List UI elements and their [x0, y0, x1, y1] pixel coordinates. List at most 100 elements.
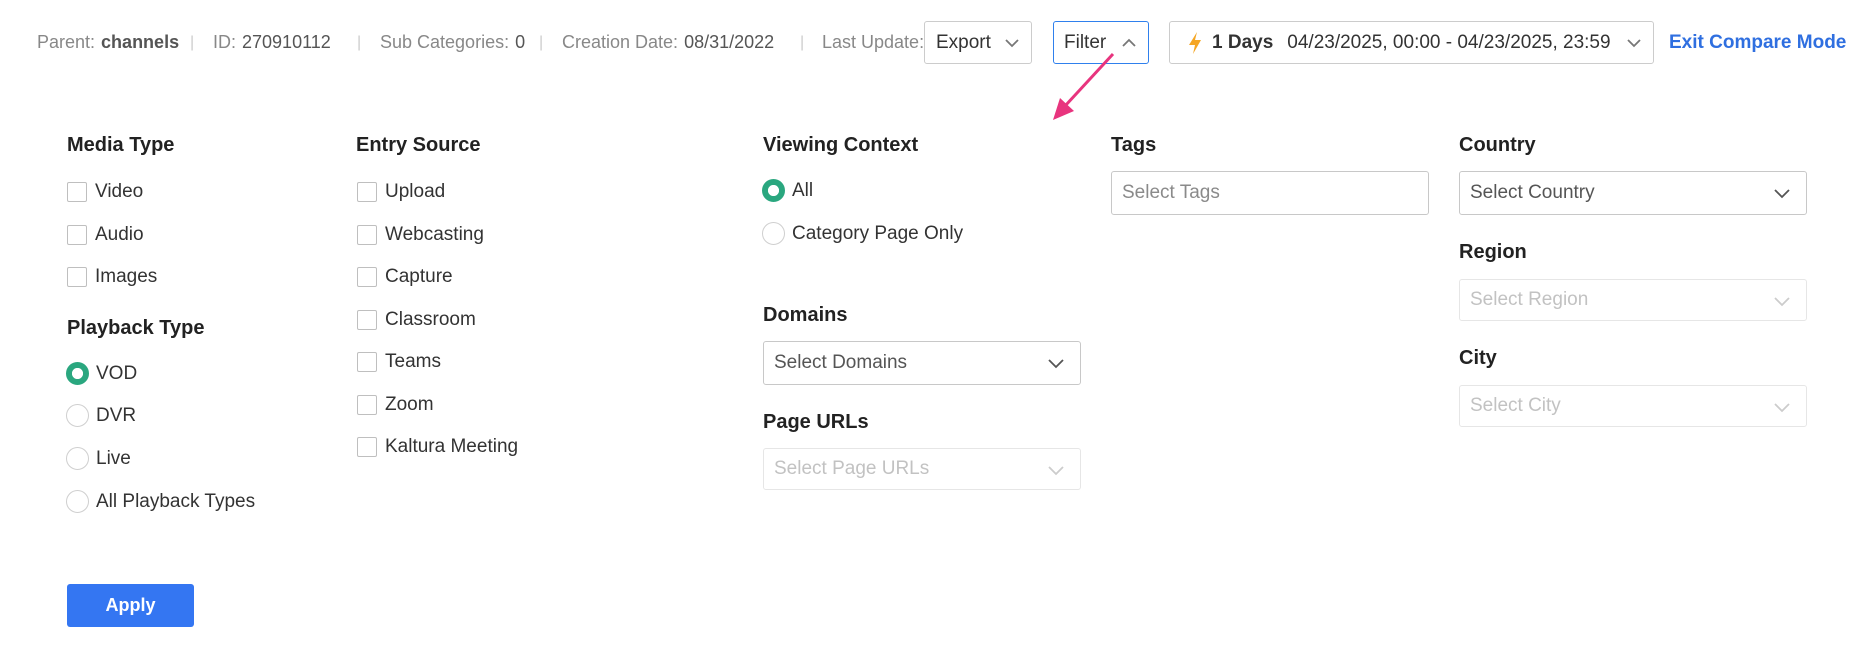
option-label: DVR	[96, 404, 137, 426]
tags-input[interactable]: Select Tags	[1111, 171, 1429, 215]
subcategories-info: Sub Categories: 0	[380, 32, 525, 53]
page-urls-title: Page URLs	[763, 411, 869, 433]
subcategories-value: 0	[515, 32, 526, 52]
domains-dropdown[interactable]: Select Domains	[763, 341, 1081, 385]
id-info: ID: 270910112	[213, 32, 331, 53]
option-label: Teams	[385, 351, 441, 372]
id-label: ID:	[213, 32, 237, 52]
lightning-icon	[1189, 31, 1201, 54]
checkbox[interactable]	[67, 182, 87, 202]
info-bar: Parent: channels | ID: 270910112 | Sub Cat…	[0, 0, 1876, 88]
option-label: Video	[95, 181, 144, 202]
date-range-picker[interactable]: 1 Days 04/23/2025, 00:00 - 04/23/2025, 2…	[1169, 21, 1654, 64]
checkbox[interactable]	[357, 395, 377, 415]
playback-type-live-radio[interactable]: Live	[66, 447, 131, 470]
region-dropdown[interactable]: Select Region	[1459, 279, 1807, 321]
last-update-label: Last Update:	[822, 32, 925, 52]
playback-type-title: Playback Type	[67, 317, 205, 339]
page-urls-dropdown[interactable]: Select Page URLs	[763, 448, 1081, 490]
option-label: Upload	[385, 181, 446, 202]
entry-source-upload-checkbox[interactable]: Upload	[357, 181, 445, 203]
separator: |	[539, 34, 544, 51]
option-label: Live	[96, 447, 131, 469]
viewing-context-category-page-radio[interactable]: Category Page Only	[762, 222, 963, 245]
entry-source-kaltura-meeting-checkbox[interactable]: Kaltura Meeting	[357, 436, 518, 458]
radio[interactable]	[762, 222, 785, 245]
radio[interactable]	[66, 404, 89, 427]
radio-selected[interactable]	[762, 179, 785, 202]
region-placeholder: Select Region	[1470, 289, 1589, 310]
checkbox[interactable]	[67, 267, 87, 287]
chevron-down-icon	[1627, 39, 1641, 48]
subcategories-label: Sub Categories:	[380, 32, 510, 52]
radio[interactable]	[66, 490, 89, 513]
checkbox[interactable]	[357, 310, 377, 330]
option-label: All Playback Types	[96, 490, 256, 512]
export-dropdown[interactable]: Export	[924, 21, 1032, 64]
viewing-context-all-radio[interactable]: All	[762, 179, 813, 202]
city-title: City	[1459, 347, 1497, 369]
parent-label: Parent:	[37, 32, 96, 52]
chevron-down-icon	[1774, 403, 1790, 413]
playback-type-all-radio[interactable]: All Playback Types	[66, 490, 255, 513]
option-label: Classroom	[385, 309, 476, 330]
separator: |	[190, 34, 195, 51]
option-label: Zoom	[385, 394, 434, 415]
page-urls-placeholder: Select Page URLs	[774, 458, 930, 479]
option-label: Audio	[95, 224, 144, 245]
checkbox[interactable]	[357, 437, 377, 457]
chevron-down-icon	[1774, 189, 1790, 199]
city-placeholder: Select City	[1470, 395, 1561, 416]
apply-button[interactable]: Apply	[67, 584, 194, 627]
annotation-arrow-icon	[1053, 52, 1115, 120]
media-type-video-checkbox[interactable]: Video	[67, 181, 143, 203]
entry-source-zoom-checkbox[interactable]: Zoom	[357, 394, 434, 416]
chevron-down-icon	[1048, 466, 1064, 476]
entry-source-classroom-checkbox[interactable]: Classroom	[357, 309, 476, 331]
parent-value[interactable]: channels	[101, 32, 179, 52]
exit-compare-mode-link[interactable]: Exit Compare Mode	[1669, 32, 1846, 54]
parent-info: Parent: channels	[37, 32, 179, 53]
radio-selected[interactable]	[66, 362, 89, 385]
creation-date-info: Creation Date: 08/31/2022	[562, 32, 774, 53]
entry-source-webcasting-checkbox[interactable]: Webcasting	[357, 224, 484, 246]
checkbox[interactable]	[357, 267, 377, 287]
separator: |	[357, 34, 362, 51]
entry-source-capture-checkbox[interactable]: Capture	[357, 266, 453, 288]
checkbox[interactable]	[357, 225, 377, 245]
region-title: Region	[1459, 241, 1527, 263]
option-label: Category Page Only	[792, 222, 964, 244]
creation-date-value: 08/31/2022	[684, 32, 775, 52]
media-type-images-checkbox[interactable]: Images	[67, 266, 157, 288]
chevron-down-icon	[1048, 359, 1064, 369]
tags-title: Tags	[1111, 134, 1157, 156]
tags-placeholder: Select Tags	[1122, 182, 1220, 203]
checkbox[interactable]	[357, 182, 377, 202]
city-dropdown[interactable]: Select City	[1459, 385, 1807, 427]
checkbox[interactable]	[67, 225, 87, 245]
option-label: Webcasting	[385, 224, 484, 245]
entry-source-teams-checkbox[interactable]: Teams	[357, 351, 441, 373]
entry-source-title: Entry Source	[356, 134, 481, 156]
date-range-value: 04/23/2025, 00:00 - 04/23/2025, 23:59	[1287, 31, 1611, 53]
checkbox[interactable]	[357, 352, 377, 372]
id-value: 270910112	[242, 32, 331, 52]
export-label: Export	[936, 31, 991, 53]
option-label: Kaltura Meeting	[385, 436, 519, 457]
chevron-down-icon	[1774, 297, 1790, 307]
radio[interactable]	[66, 447, 89, 470]
option-label: Images	[95, 266, 158, 287]
media-type-audio-checkbox[interactable]: Audio	[67, 224, 144, 246]
last-update-info: Last Update:	[822, 32, 924, 53]
country-dropdown[interactable]: Select Country	[1459, 171, 1807, 215]
country-placeholder: Select Country	[1470, 182, 1595, 203]
option-label: Capture	[385, 266, 453, 287]
separator: |	[800, 34, 805, 51]
playback-type-dvr-radio[interactable]: DVR	[66, 404, 136, 427]
media-type-title: Media Type	[67, 134, 175, 156]
creation-date-label: Creation Date:	[562, 32, 679, 52]
playback-type-vod-radio[interactable]: VOD	[66, 362, 137, 385]
option-label: All	[792, 179, 814, 201]
country-title: Country	[1459, 134, 1536, 156]
domains-placeholder: Select Domains	[774, 352, 908, 373]
